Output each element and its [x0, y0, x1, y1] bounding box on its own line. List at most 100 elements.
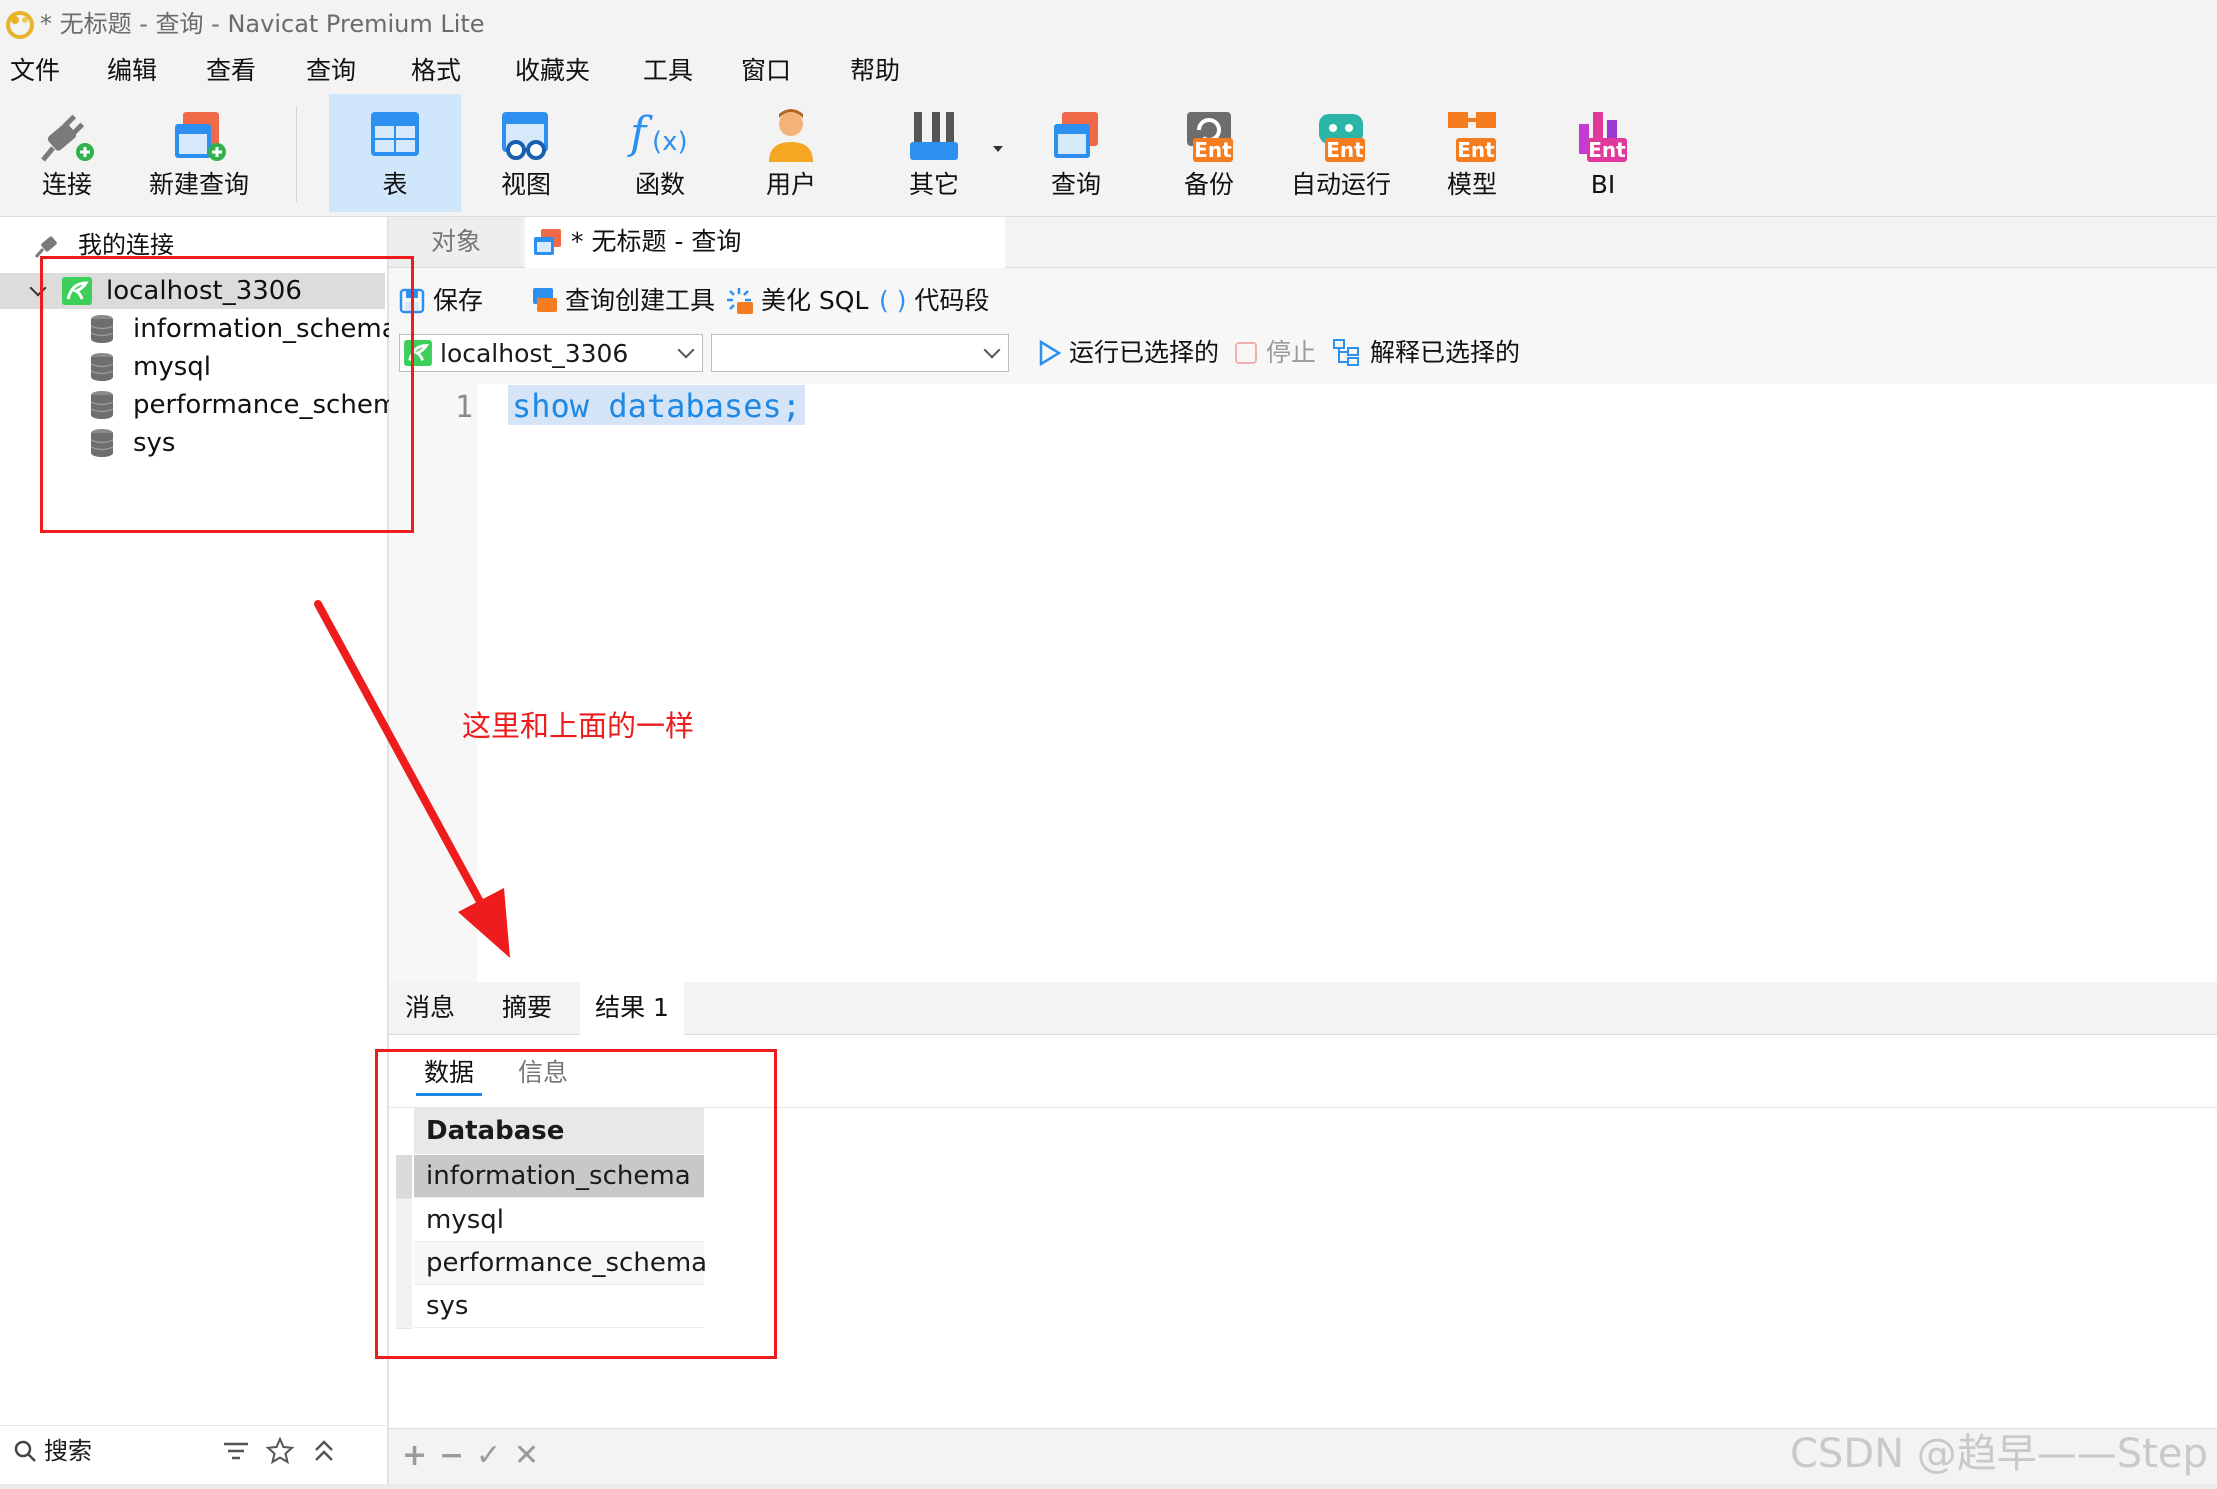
highlight-box-tree: [40, 256, 414, 533]
tab-result-1[interactable]: 结果 1: [580, 982, 684, 1035]
tab-summary[interactable]: 摘要: [479, 982, 575, 1034]
sql-code-line[interactable]: show databases;: [508, 385, 805, 425]
ent-badge-text: Ent: [1457, 138, 1495, 162]
table-label: 表: [382, 170, 408, 199]
menu-query[interactable]: 查询: [306, 48, 356, 94]
function-icon: f (x): [627, 108, 688, 159]
search-icon[interactable]: [14, 1440, 36, 1462]
connection-select-value: localhost_3306: [440, 339, 629, 368]
status-bar: [0, 1484, 2217, 1489]
connection-select[interactable]: localhost_3306: [399, 334, 703, 372]
tab-query[interactable]: * 无标题 - 查询: [525, 217, 1005, 268]
add-record-button[interactable]: +: [402, 1436, 427, 1476]
navicat-logo-icon: [6, 11, 34, 39]
beautify-sql-button[interactable]: 美化 SQL: [725, 282, 868, 320]
query-button[interactable]: 查询: [1030, 94, 1122, 212]
sql-editor[interactable]: [477, 384, 2217, 982]
view-label: 视图: [500, 170, 551, 199]
explain-icon: [1333, 339, 1359, 366]
model-icon: Ent: [1448, 112, 1496, 162]
query-tab-label: * 无标题 - 查询: [571, 227, 742, 256]
query-builder-label: 查询创建工具: [564, 286, 715, 315]
query-tab-icon: [534, 229, 561, 255]
new-query-button[interactable]: 新建查询: [144, 94, 254, 212]
snippet-button[interactable]: ( ) 代码段: [879, 282, 989, 320]
user-label: 用户: [765, 170, 816, 199]
user-button[interactable]: 用户: [745, 94, 837, 212]
model-button[interactable]: Ent 模型: [1426, 94, 1518, 212]
database-select[interactable]: [711, 334, 1009, 372]
tools-icon: [910, 112, 958, 160]
plug-icon: [41, 114, 94, 162]
chevron-down-icon: [677, 341, 695, 359]
connect-button[interactable]: 连接: [10, 94, 124, 212]
new-query-label: 新建查询: [148, 170, 249, 199]
model-label: 模型: [1446, 170, 1497, 199]
ent-badge-text: Ent: [1194, 138, 1232, 162]
apply-changes-button[interactable]: ✓: [476, 1436, 501, 1476]
connect-label: 连接: [41, 170, 92, 199]
other-dropdown-caret-icon[interactable]: [993, 146, 1003, 152]
connections-plug-icon: [34, 236, 57, 258]
view-icon: [502, 112, 548, 160]
menu-bar: 文件 编辑 查看 查询 格式 收藏夹 工具 窗口 帮助: [0, 48, 2217, 94]
tab-messages[interactable]: 消息: [389, 982, 471, 1034]
menu-help[interactable]: 帮助: [850, 48, 900, 94]
automation-label: 自动运行: [1290, 170, 1391, 199]
bi-label: BI: [1590, 170, 1616, 199]
menu-window[interactable]: 窗口: [741, 48, 791, 94]
beautify-icon: [727, 288, 753, 314]
play-icon: [1039, 339, 1062, 367]
snippet-parens-icon: ( ): [879, 286, 907, 315]
other-label: 其它: [908, 170, 959, 199]
robot-icon: Ent: [1319, 114, 1365, 162]
svg-text:(x): (x): [652, 127, 688, 157]
query-builder-button[interactable]: 查询创建工具: [529, 282, 715, 320]
delete-record-button[interactable]: −: [439, 1436, 464, 1476]
star-icon[interactable]: [266, 1437, 294, 1465]
backup-label: 备份: [1183, 170, 1234, 199]
run-selected-label: 运行已选择的: [1068, 338, 1219, 367]
highlight-box-results: [375, 1049, 777, 1359]
query-toolbar: 保存 查询创建工具 美化 SQL ( ) 代码段 localhost_3306: [389, 268, 2217, 384]
table-icon: [371, 112, 419, 156]
collapse-icon[interactable]: [312, 1438, 336, 1464]
menu-format[interactable]: 格式: [411, 48, 461, 94]
sidebar-search-bar: 搜索: [0, 1425, 385, 1476]
chevron-down-icon: [983, 341, 1001, 359]
explain-selected-button[interactable]: 解释已选择的: [1332, 334, 1520, 372]
annotation-text: 这里和上面的一样: [462, 709, 695, 743]
automation-button[interactable]: Ent 自动运行: [1283, 94, 1399, 212]
menu-favorites[interactable]: 收藏夹: [515, 48, 590, 94]
new-query-icon: [175, 112, 226, 161]
function-button[interactable]: f (x) 函数: [614, 94, 706, 212]
query-builder-icon: [533, 288, 557, 312]
table-button[interactable]: 表: [329, 94, 461, 212]
menu-edit[interactable]: 编辑: [107, 48, 157, 94]
menu-tools[interactable]: 工具: [643, 48, 693, 94]
stop-icon: [1235, 342, 1257, 364]
annotation-arrow-icon: [314, 600, 510, 958]
svg-text:f: f: [627, 108, 653, 159]
menu-view[interactable]: 查看: [206, 48, 256, 94]
filter-icon[interactable]: [222, 1440, 250, 1462]
backup-button[interactable]: Ent 备份: [1163, 94, 1255, 212]
menu-file[interactable]: 文件: [10, 48, 60, 94]
beautify-sql-label: 美化 SQL: [760, 286, 869, 315]
save-label: 保存: [432, 286, 483, 315]
search-input[interactable]: 搜索: [44, 1426, 92, 1476]
bi-button[interactable]: Ent BI: [1557, 94, 1649, 212]
backup-icon: Ent: [1187, 112, 1233, 162]
toolbar-separator: [296, 106, 297, 202]
discard-changes-button[interactable]: ✕: [514, 1436, 539, 1476]
query-label: 查询: [1050, 170, 1101, 199]
user-icon: [769, 109, 813, 162]
stop-button[interactable]: 停止: [1234, 334, 1316, 372]
other-button[interactable]: 其它: [888, 94, 980, 212]
view-button[interactable]: 视图: [480, 94, 572, 212]
run-selected-button[interactable]: 运行已选择的: [1037, 334, 1219, 372]
function-label: 函数: [634, 170, 685, 199]
ent-badge-text: Ent: [1588, 138, 1626, 162]
explain-selected-label: 解释已选择的: [1369, 338, 1520, 367]
stop-label: 停止: [1265, 338, 1316, 367]
